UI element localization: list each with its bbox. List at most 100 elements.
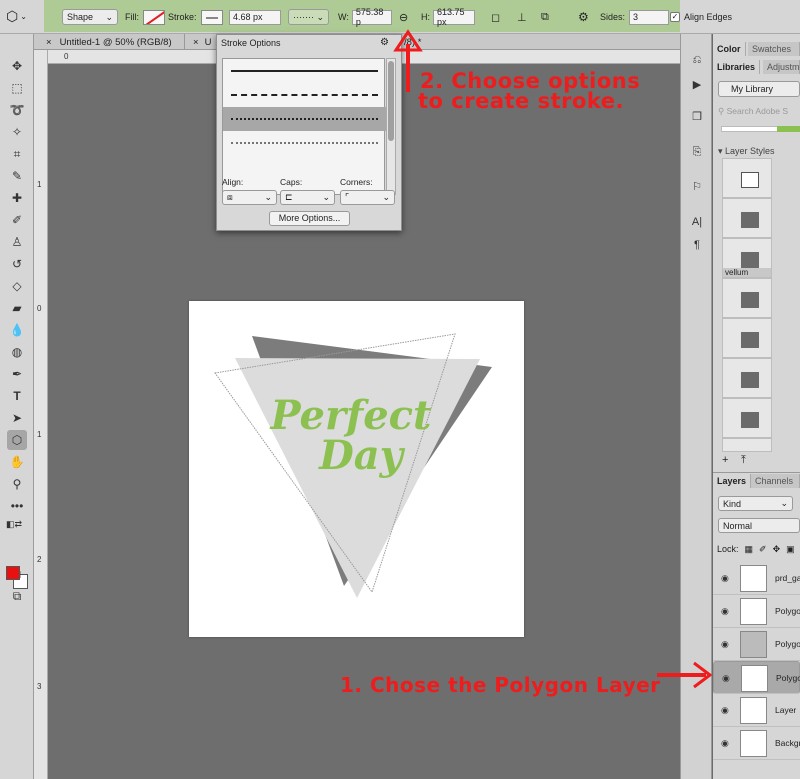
layer-row[interactable]: ◉ Backgr	[713, 727, 800, 760]
style-thumb[interactable]	[722, 158, 772, 198]
marquee-tool-icon[interactable]: ⬚	[7, 78, 27, 98]
sides-field[interactable]: 3	[629, 9, 670, 25]
tool-preset-picker[interactable]: ⬡ ⌄	[6, 8, 27, 24]
eyedropper-icon[interactable]: ✎	[7, 166, 27, 186]
type-tool-icon[interactable]: T	[7, 386, 27, 406]
eraser-tool-icon[interactable]: ◇	[7, 276, 27, 296]
stroke-style-solid[interactable]	[223, 59, 386, 83]
style-thumb[interactable]	[722, 358, 772, 398]
close-icon[interactable]: ×	[46, 37, 52, 48]
gradient-tool-icon[interactable]: ▰	[7, 298, 27, 318]
gear-icon[interactable]: ⚙	[578, 9, 589, 25]
add-library-item-icon[interactable]: +	[722, 454, 728, 466]
layer-row[interactable]: ◉ Polygo	[713, 595, 800, 628]
foreground-color-swatch[interactable]	[6, 566, 20, 580]
style-thumb[interactable]	[722, 398, 772, 438]
blend-mode-select[interactable]: Normal	[718, 518, 800, 533]
path-alignment-icon[interactable]: ⊥	[517, 9, 527, 25]
lock-transparency-icon[interactable]: ▦	[745, 544, 754, 555]
style-thumb[interactable]: vellum	[722, 238, 772, 278]
height-field[interactable]: 613.75 px	[433, 7, 475, 27]
brush-preset-icon[interactable]: ⚐	[689, 178, 705, 194]
tab-color[interactable]: Color	[713, 42, 746, 56]
character-panel-icon[interactable]: A|	[689, 214, 705, 230]
eye-icon[interactable]: ◉	[721, 606, 729, 617]
layer-styles-header[interactable]: ▾ Layer Styles	[718, 146, 775, 157]
tab-active[interactable]: /8) *	[396, 34, 476, 50]
eye-icon[interactable]: ◉	[721, 705, 729, 716]
corners-dropdown[interactable]: ⌜ ⌄	[340, 190, 395, 205]
blur-tool-icon[interactable]: 💧	[7, 320, 27, 340]
path-operations-icon[interactable]: ◻	[491, 9, 500, 25]
clone-source-icon[interactable]: ⎘	[689, 144, 705, 160]
stroke-type-dropdown[interactable]: ······· ⌄	[288, 9, 329, 25]
layer-row-selected[interactable]: ◉ Polygo	[713, 661, 800, 694]
lock-pixels-icon[interactable]: ✐	[759, 544, 767, 555]
magic-wand-icon[interactable]: ✧	[7, 122, 27, 142]
lock-position-icon[interactable]: ✥	[773, 544, 781, 555]
fill-swatch[interactable]	[143, 9, 165, 25]
close-icon[interactable]: ×	[193, 37, 199, 48]
stroke-swatch[interactable]	[200, 9, 223, 25]
align-dropdown[interactable]: ⧈ ⌄	[222, 190, 277, 205]
tab-adjustments[interactable]: Adjustm	[763, 60, 800, 74]
default-colors-icon[interactable]: ◧⇄	[4, 514, 24, 534]
layer-row[interactable]: ◉ prd_ga	[713, 562, 800, 595]
tab-libraries[interactable]: Libraries	[713, 60, 761, 74]
library-search[interactable]: ⚲ Search Adobe S	[718, 106, 788, 117]
style-thumb[interactable]	[722, 318, 772, 358]
library-select[interactable]: My Library	[718, 81, 800, 97]
brush-tool-icon[interactable]: ✐	[7, 210, 27, 230]
style-thumb[interactable]	[722, 278, 772, 318]
width-field[interactable]: 575.38 p	[351, 7, 392, 27]
path-selection-icon[interactable]: ➤	[7, 408, 27, 428]
layer-row[interactable]: ◉ Polygo	[713, 628, 800, 661]
screen-mode-icon[interactable]: ⧉	[7, 586, 27, 606]
dodge-tool-icon[interactable]: ◍	[7, 342, 27, 362]
document-canvas[interactable]: Perfect Day	[189, 301, 524, 637]
style-thumb[interactable]	[722, 198, 772, 238]
history-brush-icon[interactable]: ↺	[7, 254, 27, 274]
stamp-tool-icon[interactable]: ♙	[7, 232, 27, 252]
stroke-style-dotted[interactable]	[223, 107, 386, 131]
3d-panel-icon[interactable]: ❒	[689, 108, 705, 124]
align-edges-checkbox[interactable]: ✓	[670, 12, 680, 22]
link-icon[interactable]: ⊖	[399, 9, 408, 25]
eye-icon[interactable]: ◉	[721, 573, 729, 584]
hand-tool-icon[interactable]: ✋	[7, 452, 27, 472]
crop-tool-icon[interactable]: ⌗	[7, 144, 27, 164]
upload-icon[interactable]: ⤒	[741, 454, 746, 467]
more-tools-icon[interactable]: •••	[7, 496, 27, 516]
style-thumb[interactable]	[722, 438, 772, 452]
gear-icon[interactable]: ⚙	[380, 37, 389, 48]
path-arrangement-icon[interactable]: ⧉	[541, 9, 549, 25]
scroll-thumb[interactable]	[388, 61, 394, 141]
lasso-tool-icon[interactable]: ➰	[7, 100, 27, 120]
more-options-button[interactable]: More Options...	[269, 211, 350, 226]
tab-channels[interactable]: Channels	[751, 474, 800, 488]
pen-tool-icon[interactable]: ✒	[7, 364, 27, 384]
stroke-style-more[interactable]	[223, 155, 386, 179]
layer-row[interactable]: ◉ Layer	[713, 694, 800, 727]
move-tool-icon[interactable]: ✥	[7, 56, 27, 76]
artboard-icon[interactable]: ▣	[786, 544, 795, 555]
caps-dropdown[interactable]: ⊏ ⌄	[280, 190, 335, 205]
stroke-style-dashed[interactable]	[223, 83, 386, 107]
eye-icon[interactable]: ◉	[721, 738, 729, 749]
kind-filter-select[interactable]: Kind ⌄	[718, 496, 793, 511]
tab-second[interactable]: × U	[184, 34, 214, 50]
eye-icon[interactable]: ◉	[722, 673, 730, 684]
stroke-list-scrollbar[interactable]	[386, 58, 396, 195]
stroke-style-sparse-dotted[interactable]	[223, 131, 386, 155]
polygon-tool-icon[interactable]: ⬡	[7, 430, 27, 450]
history-panel-icon[interactable]: ⎌	[689, 52, 705, 68]
shape-mode-select[interactable]: Shape ⌄	[62, 9, 118, 25]
tab-swatches[interactable]: Swatches	[748, 42, 800, 56]
vertical-ruler[interactable]: 1 0 1 2 3	[34, 50, 48, 779]
eye-icon[interactable]: ◉	[721, 639, 729, 650]
stroke-width-field[interactable]: 4.68 px	[229, 9, 281, 25]
zoom-tool-icon[interactable]: ⚲	[7, 474, 27, 494]
paragraph-panel-icon[interactable]: ¶	[689, 237, 705, 253]
tab-layers[interactable]: Layers	[713, 474, 752, 488]
actions-panel-icon[interactable]: ▶	[689, 76, 705, 92]
